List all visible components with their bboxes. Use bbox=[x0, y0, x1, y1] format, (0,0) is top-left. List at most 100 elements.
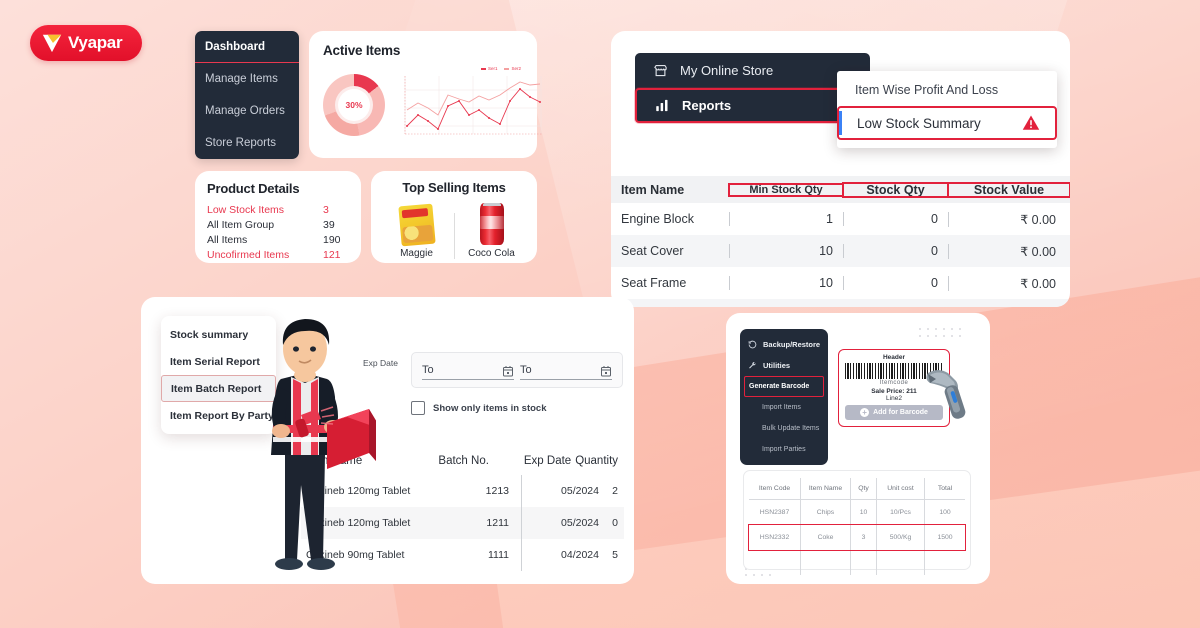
active-items-donut-chart: 30% bbox=[323, 74, 385, 136]
cell-qty: 3 bbox=[851, 525, 877, 550]
table-header-row: Item Name Min Stock Qty Stock Qty Stock … bbox=[611, 176, 1070, 203]
store-reports-panel: My Online Store Reports Item Wise Profit… bbox=[611, 31, 1070, 307]
cell-item-name: Coke bbox=[801, 525, 851, 550]
logo-text: Vyapar bbox=[68, 33, 123, 52]
maggi-noodles-packet-icon bbox=[384, 201, 450, 247]
row-label: Uncofirmed Items bbox=[207, 249, 290, 261]
sidebar-item-label: Manage Items bbox=[205, 73, 278, 85]
nav-item-label: Bulk Update Items bbox=[762, 425, 820, 432]
cell-stock-value: ₹ 0.00 bbox=[948, 243, 1070, 259]
product-details-card: Product Details Low Stock Items 3 All It… bbox=[195, 171, 361, 263]
barcode-scanner-icon bbox=[922, 365, 974, 427]
sidebar-item-label: Manage Orders bbox=[205, 105, 285, 117]
checkbox-label: Show only items in stock bbox=[433, 402, 547, 414]
table-row[interactable]: HSN2332 Coke 3 500/Kg 1500 bbox=[748, 524, 966, 551]
warehouse-worker-illustration bbox=[241, 305, 381, 580]
cell-quantity: 0 bbox=[612, 517, 618, 529]
nav-item-label: Import Parties bbox=[762, 446, 806, 453]
nav-item-import-parties[interactable]: Import Parties bbox=[740, 439, 828, 460]
sidebar-item-manage-items[interactable]: Manage Items bbox=[195, 63, 299, 95]
exp-date-from-input[interactable]: To bbox=[422, 360, 514, 380]
cell-stock-qty: 0 bbox=[843, 276, 948, 290]
nav-item-my-online-store[interactable]: My Online Store bbox=[635, 53, 870, 88]
nav-item-label: Import Items bbox=[762, 404, 801, 411]
cell-item-name: Seat Frame bbox=[621, 276, 687, 290]
table-row[interactable]: Engine Block 1 0 ₹ 0.00 bbox=[611, 203, 1070, 235]
column-header-stock-value: Stock Value bbox=[947, 181, 1070, 198]
cell-stock-value: ₹ 0.00 bbox=[948, 275, 1070, 291]
sidebar-item-label: Store Reports bbox=[205, 137, 276, 149]
sidebar-item-dashboard[interactable]: Dashboard bbox=[195, 31, 299, 63]
table-row[interactable]: Seat Cover 10 0 ₹ 0.00 bbox=[611, 235, 1070, 267]
date-placeholder: To bbox=[520, 363, 532, 376]
history-restore-icon bbox=[748, 340, 757, 349]
sidebar-item-manage-orders[interactable]: Manage Orders bbox=[195, 95, 299, 127]
donut-center-label: 30% bbox=[338, 89, 370, 121]
coca-cola-can-icon bbox=[459, 201, 525, 245]
column-header-exp-date: Exp Date bbox=[523, 455, 572, 467]
generate-barcode-panel: Backup/Restore Utilities Generate Barcod… bbox=[726, 313, 990, 584]
reports-dropdown-menu: Item Wise Profit And Loss Low Stock Summ… bbox=[837, 71, 1057, 148]
chart-legend: Ser1 Ser2 bbox=[480, 66, 521, 71]
calendar-icon[interactable] bbox=[600, 364, 612, 376]
cell-batch-no: 1211 bbox=[486, 517, 509, 529]
column-header-min-stock-qty: Min Stock Qty bbox=[728, 182, 844, 197]
nav-item-backup-restore[interactable]: Backup/Restore bbox=[740, 334, 828, 355]
cell-quantity: 2 bbox=[612, 485, 618, 497]
vyapar-v-mark-icon bbox=[41, 32, 63, 54]
utilities-sidebar: Backup/Restore Utilities Generate Barcod… bbox=[740, 329, 828, 465]
cell-item-name: Seat Cover bbox=[621, 244, 684, 258]
nav-item-label: Reports bbox=[682, 98, 732, 113]
nav-item-bulk-update-items[interactable]: Bulk Update Items bbox=[740, 418, 828, 439]
cell-exp-date: 05/2024 bbox=[521, 507, 603, 539]
top-selling-item: Coco Cola bbox=[459, 201, 525, 259]
date-placeholder: To bbox=[422, 363, 434, 376]
menu-item-low-stock-summary[interactable]: Low Stock Summary bbox=[837, 106, 1057, 140]
nav-item-import-items[interactable]: Import Items bbox=[740, 397, 828, 418]
dashboard-sidebar: Dashboard Manage Items Manage Orders Sto… bbox=[195, 31, 299, 159]
cell-stock-qty: 0 bbox=[843, 212, 948, 226]
cell-stock-qty: 0 bbox=[843, 244, 948, 258]
cell-item-name: Chips bbox=[801, 500, 851, 525]
nav-item-label: Generate Barcode bbox=[749, 383, 810, 390]
top-selling-item-label: Coco Cola bbox=[468, 248, 515, 259]
warning-triangle-icon bbox=[1021, 114, 1041, 132]
calendar-icon[interactable] bbox=[502, 364, 514, 376]
nav-item-reports[interactable]: Reports bbox=[635, 88, 870, 123]
column-header-unit-cost: Unit cost bbox=[877, 478, 925, 499]
nav-item-label: Backup/Restore bbox=[763, 340, 821, 349]
active-items-card: Active Items 30% Ser1 Ser2 bbox=[309, 31, 543, 158]
cell-batch-no: 1111 bbox=[487, 549, 509, 561]
cell-min-stock-qty: 10 bbox=[729, 276, 843, 290]
decorative-dots bbox=[918, 327, 968, 343]
nav-item-generate-barcode[interactable]: Generate Barcode bbox=[744, 376, 824, 397]
column-header-quantity: Quantity bbox=[575, 455, 619, 467]
table-row[interactable]: HSN2387 Chips 10 10/Pcs 100 bbox=[749, 500, 965, 525]
bar-chart-icon bbox=[655, 98, 670, 113]
cell-total: 1500 bbox=[937, 534, 953, 541]
table-row[interactable]: Starter Motor 2 0 ₹ 0.00 bbox=[611, 299, 1070, 307]
cell-item-name: Engine Block bbox=[621, 212, 694, 226]
product-details-title: Product Details bbox=[207, 181, 300, 196]
cell-exp-date: 05/2024 bbox=[521, 475, 603, 507]
sidebar-item-label: Dashboard bbox=[205, 40, 266, 53]
nav-item-utilities[interactable]: Utilities bbox=[740, 355, 828, 376]
column-header-item-name: Item Name bbox=[801, 478, 851, 499]
cell-quantity: 5 bbox=[612, 549, 618, 561]
cell-qty: 10 bbox=[851, 500, 877, 525]
exp-date-to-input[interactable]: To bbox=[520, 360, 612, 380]
column-header-batch-no: Batch No. bbox=[438, 455, 489, 467]
cell-item-code: HSN2387 bbox=[749, 500, 801, 525]
table-row[interactable]: Seat Frame 10 0 ₹ 0.00 bbox=[611, 267, 1070, 299]
sidebar-item-store-reports[interactable]: Store Reports bbox=[195, 127, 299, 159]
show-only-items-in-stock-checkbox[interactable] bbox=[411, 401, 425, 415]
cell-min-stock-qty: 10 bbox=[729, 244, 843, 258]
product-details-row: Low Stock Items 3 bbox=[207, 203, 349, 218]
top-selling-item-label: Maggie bbox=[400, 248, 433, 259]
menu-item-label: Item Wise Profit And Loss bbox=[855, 82, 999, 97]
divider bbox=[453, 213, 455, 259]
row-value: 3 bbox=[323, 204, 329, 216]
cell-unit-cost: 10/Pcs bbox=[877, 500, 925, 525]
cell-unit-cost: 500/Kg bbox=[877, 525, 925, 550]
menu-item-item-wise-profit-and-loss[interactable]: Item Wise Profit And Loss bbox=[837, 75, 1057, 104]
